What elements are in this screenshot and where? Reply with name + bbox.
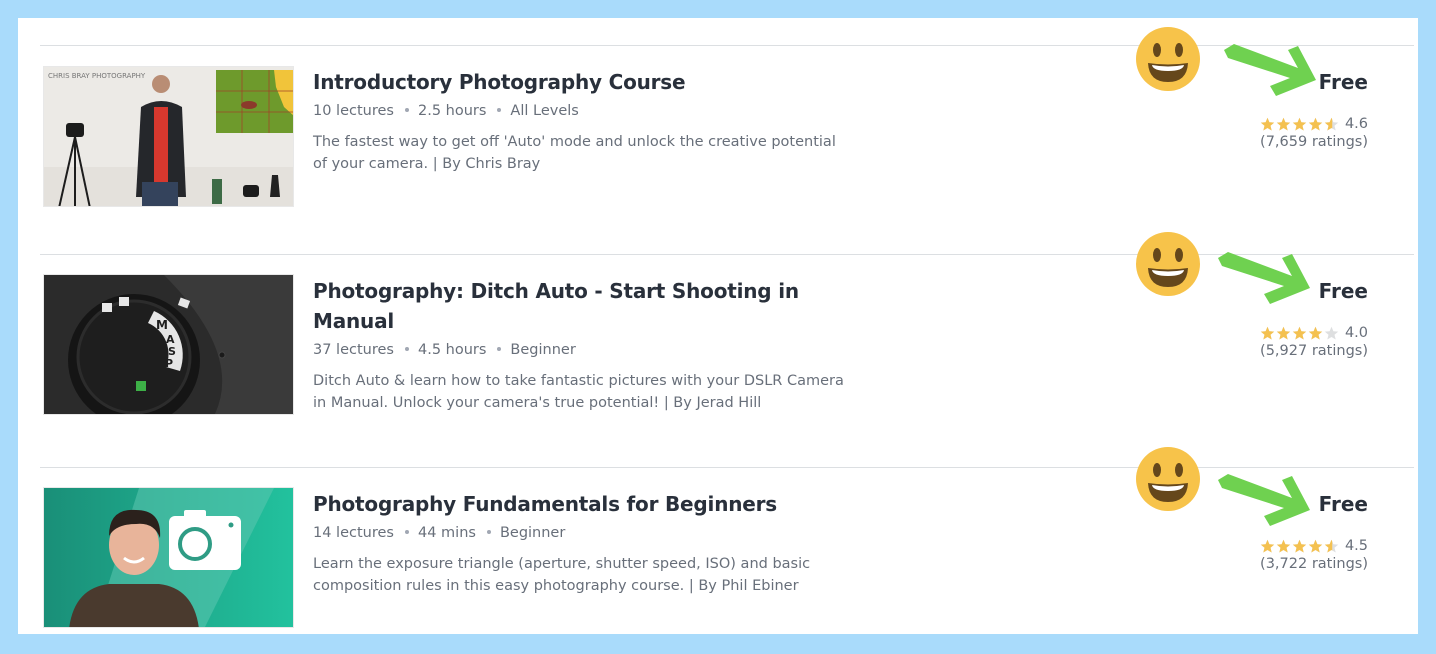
green-arrow-icon	[1218, 474, 1310, 526]
star-full-icon	[1292, 539, 1307, 552]
star-half-icon	[1324, 117, 1339, 130]
smiley-emoji-icon	[1136, 447, 1200, 511]
ratings-count: (3,722 ratings)	[1260, 556, 1368, 572]
thumbnail-caption: CHRIS BRAY PHOTOGRAPHY	[48, 72, 146, 80]
rating-value: 4.6	[1344, 116, 1368, 132]
star-rating	[1260, 326, 1339, 341]
star-full-icon	[1260, 326, 1275, 339]
course-info: Photography: Ditch Auto - Start Shooting…	[313, 276, 853, 414]
svg-text:M: M	[156, 318, 168, 332]
camera-tripod-presenter-thumbnail: CHRIS BRAY PHOTOGRAPHY	[44, 67, 293, 206]
course-title[interactable]: Photography: Ditch Auto - Start Shooting…	[313, 276, 853, 336]
separator-dot	[486, 530, 491, 534]
star-full-icon	[1260, 539, 1275, 552]
course-duration: 4.5 hours	[417, 342, 487, 358]
separator-dot	[497, 108, 502, 112]
star-rating	[1260, 539, 1339, 554]
course-thumbnail[interactable]: CHRIS BRAY PHOTOGRAPHY	[43, 66, 294, 207]
course-info: Photography Fundamentals for Beginners 1…	[313, 489, 853, 597]
rating-row: 4.5	[1108, 538, 1368, 554]
star-full-icon	[1276, 326, 1291, 339]
course-description: Ditch Auto & learn how to take fantastic…	[313, 373, 844, 411]
green-arrow-icon	[1218, 252, 1310, 304]
smiley-emoji-icon	[1136, 232, 1200, 296]
separator-dot	[404, 347, 409, 351]
ratings-count: (5,927 ratings)	[1260, 343, 1368, 359]
course-duration: 44 mins	[417, 525, 476, 541]
lecture-count: 14 lectures	[313, 525, 394, 541]
divider	[40, 467, 1414, 468]
green-arrow-icon	[1224, 44, 1316, 96]
svg-text:P: P	[165, 357, 173, 370]
star-empty-icon	[1324, 326, 1339, 339]
course-description: Learn the exposure triangle (aperture, s…	[313, 556, 811, 594]
course-description: The fastest way to get off 'Auto' mode a…	[313, 134, 836, 172]
course-list-panel: CHRIS BRAY PHOTOGRAPHY Introductory Phot…	[18, 18, 1418, 634]
course-level: Beginner	[499, 525, 566, 541]
rating-row: 4.0	[1108, 325, 1368, 341]
course-meta: 10 lectures 2.5 hours All Levels	[313, 101, 853, 121]
course-meta: 37 lectures 4.5 hours Beginner	[313, 340, 853, 360]
separator-dot	[404, 108, 409, 112]
course-thumbnail[interactable]	[43, 487, 294, 628]
star-full-icon	[1292, 326, 1307, 339]
separator-dot	[497, 347, 502, 351]
rating-value: 4.0	[1344, 325, 1368, 341]
lecture-count: 10 lectures	[313, 103, 394, 119]
course-level: Beginner	[510, 342, 576, 358]
lecture-count: 37 lectures	[313, 342, 394, 358]
star-full-icon	[1260, 117, 1275, 130]
smiley-emoji-icon	[1136, 27, 1200, 91]
star-full-icon	[1292, 117, 1307, 130]
star-half-icon	[1324, 539, 1339, 552]
camera-mode-dial-thumbnail: M A S P	[44, 275, 293, 414]
ratings-count: (7,659 ratings)	[1260, 134, 1368, 150]
course-title[interactable]: Photography Fundamentals for Beginners	[313, 489, 853, 519]
course-info: Introductory Photography Course 10 lectu…	[313, 67, 853, 175]
star-full-icon	[1308, 539, 1323, 552]
divider	[40, 254, 1414, 255]
course-meta: 14 lectures 44 mins Beginner	[313, 523, 853, 543]
course-duration: 2.5 hours	[417, 103, 487, 119]
course-thumbnail[interactable]: M A S P	[43, 274, 294, 415]
star-rating	[1260, 117, 1339, 132]
course-title[interactable]: Introductory Photography Course	[313, 67, 853, 97]
separator-dot	[404, 530, 409, 534]
divider	[40, 45, 1414, 46]
rating-row: 4.6	[1108, 116, 1368, 132]
star-full-icon	[1308, 326, 1323, 339]
star-full-icon	[1308, 117, 1323, 130]
rating-value: 4.5	[1344, 538, 1368, 554]
course-level: All Levels	[510, 103, 579, 119]
star-full-icon	[1276, 539, 1291, 552]
instructor-camera-icon-thumbnail	[44, 488, 293, 627]
star-full-icon	[1276, 117, 1291, 130]
